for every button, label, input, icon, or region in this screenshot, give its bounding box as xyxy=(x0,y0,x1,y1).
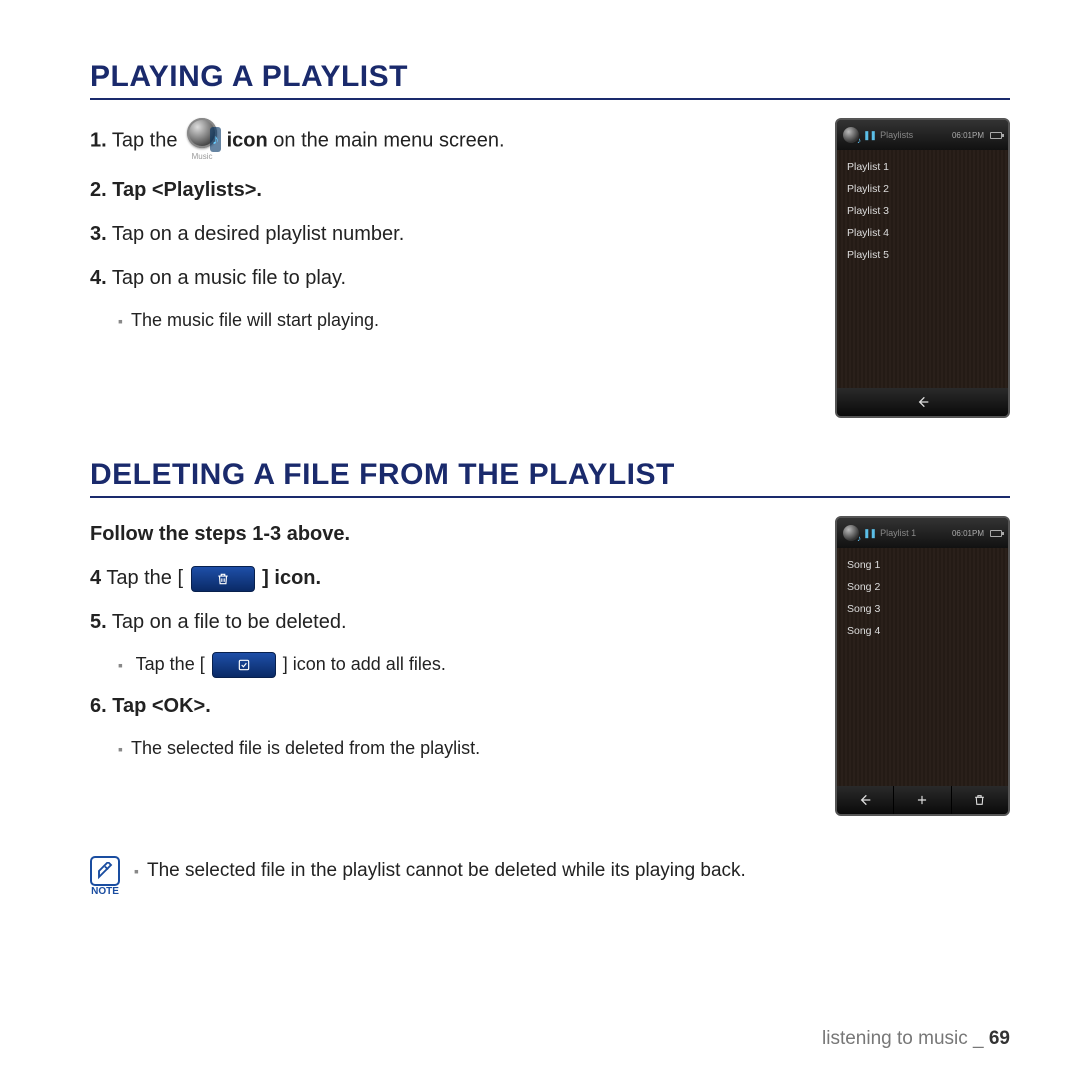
list-item[interactable]: Song 3 xyxy=(847,598,998,620)
back-button[interactable] xyxy=(837,786,893,814)
instructions-playing: 1. Tap the Music icon on the main menu s… xyxy=(90,118,805,418)
note-label: NOTE xyxy=(91,886,119,897)
step-3-text: Tap on a desired playlist number. xyxy=(107,223,405,245)
device-mock-playlists: ❚❚ Playlists 06:01PM Playlist 1 Playlist… xyxy=(835,118,1010,418)
section-title-playing: PLAYING A PLAYLIST xyxy=(90,60,1010,100)
device1-time: 06:01PM xyxy=(952,131,984,140)
list-item[interactable]: Song 2 xyxy=(847,576,998,598)
list-item[interactable]: Playlist 2 xyxy=(847,178,998,200)
battery-icon xyxy=(990,132,1002,139)
step-1-text-a: Tap the xyxy=(107,129,183,151)
device2-statusbar: ❚❚ Playlist 1 06:01PM xyxy=(837,518,1008,548)
music-icon xyxy=(187,118,217,148)
del-step-6: 6. Tap <OK>. xyxy=(90,688,805,724)
step-3: 3. Tap on a desired playlist number. xyxy=(90,216,805,252)
del-step-6-sub: The selected file is deleted from the pl… xyxy=(118,732,805,764)
del-step-6-text: Tap <OK>. xyxy=(107,695,211,717)
step-1-text-b: icon xyxy=(227,129,268,151)
list-item[interactable]: Song 4 xyxy=(847,620,998,642)
step-4-sub: The music file will start playing. xyxy=(118,304,805,336)
step-4: 4. Tap on a music file to play. xyxy=(90,260,805,296)
del-step-5-text: Tap on a file to be deleted. xyxy=(107,611,347,633)
note-icon xyxy=(90,856,120,886)
music-app-icon: Music xyxy=(187,118,217,164)
step-1-num: 1. xyxy=(90,129,107,151)
add-button[interactable] xyxy=(893,786,950,814)
trash-button-icon xyxy=(191,566,255,592)
del-step-4-text-b: ] icon. xyxy=(262,567,321,589)
select-all-button-icon xyxy=(212,652,276,678)
footer-section: listening to music _ xyxy=(822,1028,989,1049)
list-item[interactable]: Playlist 4 xyxy=(847,222,998,244)
del-step-5-num: 5. xyxy=(90,611,107,633)
music-mini-icon xyxy=(843,127,859,143)
del-step-4: 4 Tap the [ ] icon. xyxy=(90,560,805,596)
note-row: NOTE The selected file in the playlist c… xyxy=(90,856,1010,897)
list-item[interactable]: Song 1 xyxy=(847,554,998,576)
section-deleting-row: Follow the steps 1-3 above. 4 Tap the [ … xyxy=(90,516,1010,816)
trash-button[interactable] xyxy=(951,786,1008,814)
device2-navbar xyxy=(837,786,1008,814)
device1-statusbar: ❚❚ Playlists 06:01PM xyxy=(837,120,1008,150)
del-step-5-sub: Tap the [ ] icon to add all files. xyxy=(118,648,805,680)
list-item[interactable]: Playlist 1 xyxy=(847,156,998,178)
page-number: 69 xyxy=(989,1028,1010,1049)
page-footer: listening to music _ 69 xyxy=(822,1028,1010,1050)
list-item[interactable]: Playlist 3 xyxy=(847,200,998,222)
sub5-text-a: Tap the [ xyxy=(136,654,210,674)
step-4-num: 4. xyxy=(90,267,107,289)
instructions-deleting: Follow the steps 1-3 above. 4 Tap the [ … xyxy=(90,516,805,816)
device1-list: Playlist 1 Playlist 2 Playlist 3 Playlis… xyxy=(837,150,1008,388)
step-3-num: 3. xyxy=(90,223,107,245)
list-item[interactable]: Playlist 5 xyxy=(847,244,998,266)
step-2-num: 2. xyxy=(90,179,107,201)
music-icon-label: Music xyxy=(192,150,213,164)
step-1-text-c: on the main menu screen. xyxy=(268,129,505,151)
note-text: The selected file in the playlist cannot… xyxy=(134,860,746,882)
device2-list: Song 1 Song 2 Song 3 Song 4 xyxy=(837,548,1008,786)
device1-crumb: Playlists xyxy=(880,130,913,140)
del-step-5: 5. Tap on a file to be deleted. xyxy=(90,604,805,640)
pause-icon: ❚❚ xyxy=(863,528,876,539)
note-badge: NOTE xyxy=(90,856,120,897)
section-title-deleting: DELETING A FILE FROM THE PLAYLIST xyxy=(90,458,1010,498)
del-step-4-num: 4 xyxy=(90,567,101,589)
battery-icon xyxy=(990,530,1002,537)
del-step-4-text-a: Tap the [ xyxy=(101,567,188,589)
del-step-6-num: 6. xyxy=(90,695,107,717)
step-2-text: Tap <Playlists>. xyxy=(107,179,262,201)
sub5-text-b: ] icon to add all files. xyxy=(283,654,446,674)
music-mini-icon xyxy=(843,525,859,541)
intro-step: Follow the steps 1-3 above. xyxy=(90,516,805,552)
step-4-text: Tap on a music file to play. xyxy=(107,267,346,289)
pause-icon: ❚❚ xyxy=(863,130,876,141)
device2-crumb: Playlist 1 xyxy=(880,528,916,538)
device1-navbar xyxy=(837,388,1008,416)
section-playing-row: 1. Tap the Music icon on the main menu s… xyxy=(90,118,1010,418)
step-2: 2. Tap <Playlists>. xyxy=(90,172,805,208)
device2-time: 06:01PM xyxy=(952,529,984,538)
back-button[interactable] xyxy=(837,388,1008,416)
step-1: 1. Tap the Music icon on the main menu s… xyxy=(90,118,805,164)
device-mock-songs: ❚❚ Playlist 1 06:01PM Song 1 Song 2 Song… xyxy=(835,516,1010,816)
